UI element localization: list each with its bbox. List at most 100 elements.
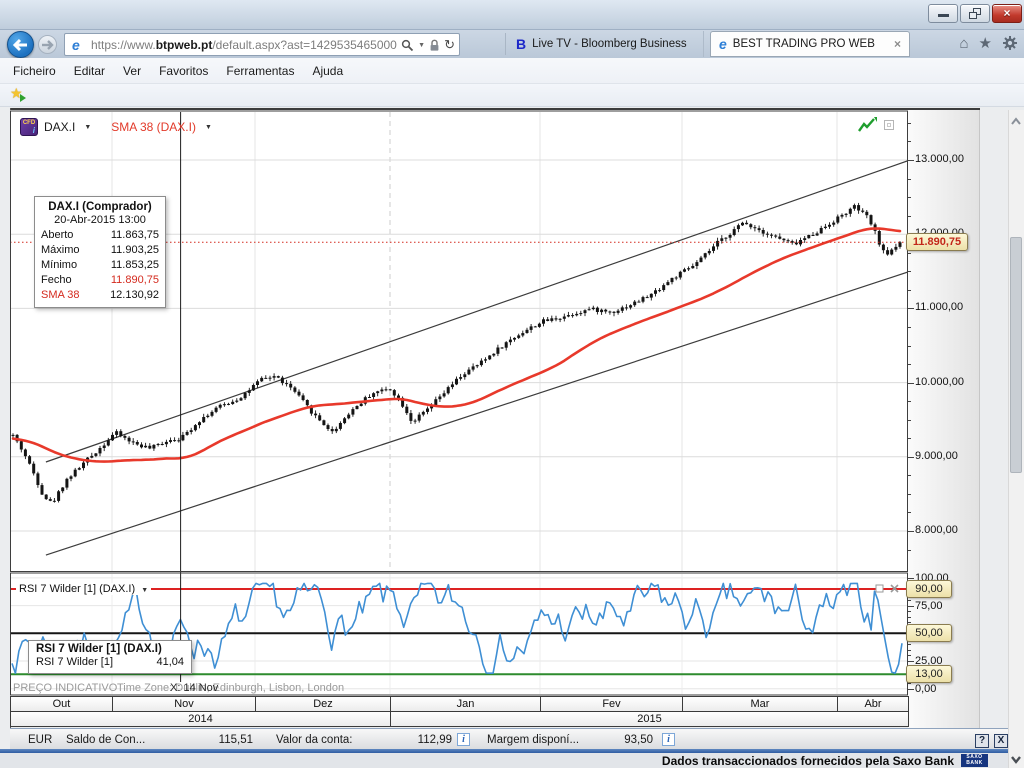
margin-value: 93,50 (624, 734, 653, 746)
currency-label: EUR (28, 734, 53, 746)
tab-close-icon[interactable]: × (894, 37, 901, 51)
window-close-button[interactable]: × (992, 4, 1022, 23)
help-button[interactable]: ? (975, 734, 989, 748)
favorites-bar (0, 84, 1024, 107)
maximize-panel-icon[interactable] (884, 120, 894, 130)
window-minimize-button[interactable] (928, 4, 958, 23)
price-chart-canvas[interactable] (10, 110, 909, 572)
balance-value: 115,51 (218, 734, 253, 746)
account-value-label: Valor da conta: (276, 734, 353, 746)
trend-zigzag-icon[interactable] (857, 116, 877, 134)
price-axis-tick (908, 494, 911, 495)
indicator-label[interactable]: SMA 38 (DAX.I) (111, 120, 196, 134)
scrollbar-thumb[interactable] (1010, 237, 1022, 473)
tab-label: BEST TRADING PRO WEB (732, 38, 875, 50)
x-axis-month-cell: Fev (540, 696, 683, 712)
instrument-selector[interactable]: DAX.I (44, 120, 75, 134)
price-axis-tick (908, 141, 911, 142)
search-icon[interactable] (401, 39, 414, 52)
price-axis-tick (908, 512, 911, 513)
rsi-tooltip: RSI 7 Wilder [1] (DAX.I) RSI 7 Wilder [1… (28, 640, 192, 674)
tooltip-row: SMA 38 12.130,92 (41, 289, 159, 301)
back-button[interactable] (7, 31, 34, 58)
favorites-star-icon[interactable]: ★ (979, 34, 992, 52)
account-value: 112,99 (417, 734, 452, 746)
price-axis-tick (908, 197, 911, 198)
url-text[interactable]: https://www.btpweb.pt/default.aspx?ast=1… (91, 38, 421, 52)
price-axis-label: 11.000,00 (915, 301, 964, 313)
price-axis-label: 13.000,00 (915, 153, 964, 165)
price-axis-label: 8.000,00 (915, 524, 958, 536)
home-icon[interactable]: ⌂ (959, 35, 968, 52)
x-axis-month-cell: Out (10, 696, 113, 712)
price-axis-tick (908, 383, 914, 384)
add-favorite-arrow-icon (20, 94, 26, 102)
rsi-axis-tick (908, 655, 911, 656)
instrument-caret-icon[interactable]: ▼ (84, 124, 91, 131)
price-axis-tick (908, 327, 911, 328)
rsi-axis-tick (908, 611, 911, 612)
price-axis-tick (908, 420, 911, 421)
rsi-axis-label: 0,00 (915, 683, 937, 695)
info-icon[interactable]: i (662, 733, 675, 746)
x-axis-month-cell: Nov (112, 696, 256, 712)
tooltip-datetime: 20-Abr-2015 13:00 (54, 214, 146, 226)
menu-item-ver[interactable]: Ver (123, 64, 141, 78)
lock-icon (430, 39, 439, 51)
panel-close-button[interactable]: X (994, 734, 1008, 748)
tab-divider (505, 33, 506, 55)
tooltip-row: Máximo 11.903,25 (41, 244, 159, 256)
refresh-icon[interactable]: ↻ (444, 37, 455, 53)
price-axis-tick (908, 346, 911, 347)
tab-bloomberg[interactable]: B Live TV - Bloomberg Business (508, 31, 704, 57)
cfd-instrument-icon: CFD i (20, 118, 38, 136)
price-axis-tick (908, 216, 911, 217)
rsi-axis-tick (908, 617, 911, 618)
tab-label: Live TV - Bloomberg Business (532, 38, 687, 50)
balance-label: Saldo de Con... (66, 734, 146, 746)
tab-best-trading-pro-web[interactable]: e BEST TRADING PRO WEB × (710, 31, 910, 57)
price-axis-tick (908, 364, 911, 365)
bloomberg-icon: B (516, 36, 527, 52)
price-axis-tick (908, 550, 911, 551)
ie-site-icon: e (719, 36, 727, 52)
window-titlebar[interactable]: × (0, 0, 1024, 30)
menu-item-favoritos[interactable]: Favoritos (159, 64, 208, 78)
window-restore-button[interactable] (960, 4, 990, 23)
scroll-up-icon[interactable] (1010, 116, 1022, 128)
menu-bar: Ficheiro Editar Ver Favoritos Ferramentas Aju… (0, 58, 1024, 84)
tooltip-title: DAX.I (Comprador) (48, 201, 152, 213)
rsi-caret-icon[interactable]: ▼ (141, 587, 148, 594)
forward-button[interactable] (38, 35, 57, 54)
price-badge: 11.890,75 (906, 233, 968, 251)
menu-item-ferramentas[interactable]: Ferramentas (226, 64, 294, 78)
data-provider-credit: Dados transaccionados fornecidos pela Sa… (661, 754, 954, 768)
saxo-bank-logo: SAXO BANK (961, 754, 988, 767)
settings-gear-icon[interactable] (1002, 35, 1018, 51)
search-dropdown-caret-icon[interactable]: ▼ (418, 42, 425, 49)
x-axis-month-cell: Abr (837, 696, 909, 712)
menu-item-ficheiro[interactable]: Ficheiro (13, 64, 56, 78)
price-axis-tick (908, 253, 911, 254)
restore-icon (969, 8, 981, 19)
price-axis-tick (908, 160, 914, 161)
indicator-caret-icon[interactable]: ▼ (205, 124, 212, 131)
price-axis-tick (908, 290, 911, 291)
address-bar[interactable]: e https://www.btpweb.pt/default.aspx?ast… (64, 33, 460, 56)
price-axis-tick (908, 457, 914, 458)
menu-item-ajuda[interactable]: Ajuda (312, 64, 343, 78)
price-axis-tick (908, 438, 911, 439)
menu-item-editar[interactable]: Editar (74, 64, 105, 78)
info-icon[interactable]: i (457, 733, 470, 746)
tooltip-row: Fecho 11.890,75 (41, 274, 159, 286)
rsi-axis-tick (908, 600, 911, 601)
crosshair-x-label: X: 14 Nov (170, 682, 219, 694)
rsi-indicator-selector[interactable]: RSI 7 Wilder [1] (DAX.I) ▼ (16, 583, 152, 595)
rsi-axis-tick (908, 661, 914, 662)
rsi-axis-tick (908, 606, 914, 607)
rsi-axis-tick (908, 622, 911, 623)
scroll-down-icon[interactable] (1010, 753, 1022, 765)
indicative-price-label: PREÇO INDICATIVO (13, 682, 118, 694)
x-axis-month-cell: Dez (255, 696, 391, 712)
price-axis-tick (908, 531, 914, 532)
